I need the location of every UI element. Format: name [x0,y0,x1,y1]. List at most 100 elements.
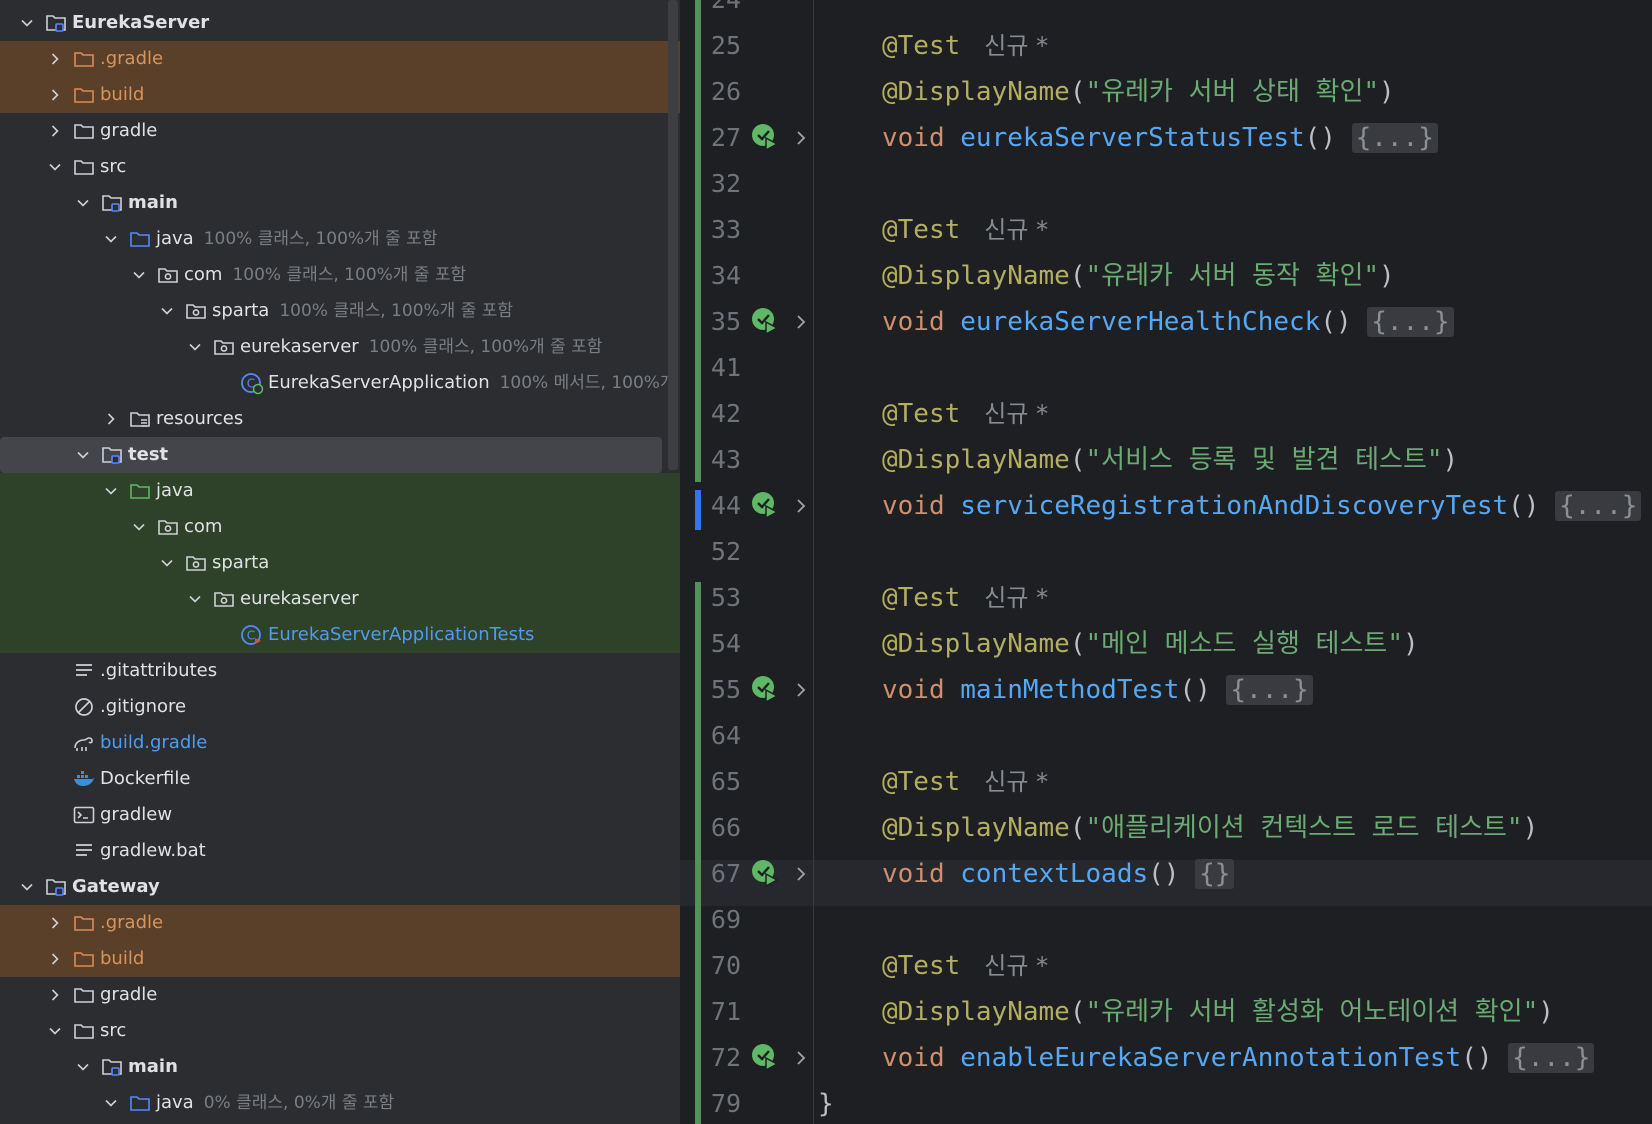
tree-row[interactable]: C EurekaServerApplication 100% 메서드, 100%개 … [0,365,680,401]
code-line[interactable]: @DisplayName("유레카 서버 상태 확인") [882,69,1395,115]
code-line[interactable]: @Test 신규 * [882,207,1048,253]
chevron-down-icon[interactable] [188,339,201,351]
fold-chevron-icon[interactable] [795,314,807,330]
code-line[interactable]: } [818,1081,834,1124]
folded-block[interactable]: {} [1195,859,1235,889]
tree-row[interactable]: test [0,437,662,473]
fold-chevron-icon[interactable] [795,130,807,146]
code-line[interactable]: @Test 신규 * [882,575,1048,621]
chevron-right-icon[interactable] [104,411,115,425]
run-test-icon[interactable] [750,122,782,154]
chevron-down-icon[interactable] [160,555,173,567]
code-line[interactable]: @Test 신규 * [882,391,1048,437]
tree-row[interactable]: Gateway [0,869,680,905]
folded-block[interactable]: {...} [1367,307,1454,337]
tree-row[interactable]: EurekaServer [0,5,680,41]
code-line[interactable]: @DisplayName("서비스 등록 및 발견 테스트") [882,437,1458,483]
tree-row[interactable]: src [0,1013,680,1049]
fold-chevron-icon[interactable] [795,682,807,698]
run-test-icon[interactable] [750,674,782,706]
run-test-icon[interactable] [750,1042,782,1074]
code-line[interactable]: void contextLoads() {} [882,851,1235,897]
code-line[interactable]: void eurekaServerHealthCheck() {...} [882,299,1454,345]
tree-row[interactable]: java [0,473,680,509]
module-folder-icon [100,443,124,467]
chevron-right-icon[interactable] [48,123,59,137]
chevron-down-icon[interactable] [20,15,33,27]
tree-row-text: com [184,264,223,285]
chevron-down-icon[interactable] [48,159,61,171]
tree-row-text: test [128,444,169,465]
chevron-right-icon[interactable] [48,87,59,101]
tree-row[interactable]: build.gradle [0,725,680,761]
code-line[interactable]: void eurekaServerStatusTest() {...} [882,115,1438,161]
folded-block[interactable]: {...} [1351,123,1438,153]
chevron-down-icon[interactable] [20,879,33,891]
tree-row[interactable]: main [0,185,680,221]
tree-row[interactable]: build [0,941,680,977]
tree-row[interactable]: gradle [0,977,680,1013]
fold-chevron-icon[interactable] [795,1050,807,1066]
chevron-down-icon[interactable] [104,231,117,243]
source-folder-icon [128,227,152,251]
tree-row[interactable]: resources [0,401,680,437]
chevron-down-icon[interactable] [132,519,145,531]
run-test-icon[interactable] [750,858,782,890]
tree-row[interactable]: eurekaserver [0,581,680,617]
code-line[interactable]: @DisplayName("유레카 서버 동작 확인") [882,253,1395,299]
tree-row[interactable]: sparta [0,545,680,581]
tree-row[interactable]: Dockerfile [0,761,680,797]
code-line[interactable]: void enableEurekaServerAnnotationTest() … [882,1035,1595,1081]
code-line[interactable]: void serviceRegistrationAndDiscoveryTest… [882,483,1642,529]
tree-row[interactable]: C EurekaServerApplicationTests [0,617,680,653]
run-test-icon[interactable] [750,490,782,522]
chevron-down-icon[interactable] [76,195,89,207]
chevron-right-icon[interactable] [48,915,59,929]
test-folder-icon [128,479,152,503]
chevron-down-icon[interactable] [188,591,201,603]
tree-row[interactable]: .gradle [0,905,680,941]
code-token: 신규 * [984,32,1049,60]
chevron-right-icon[interactable] [48,951,59,965]
chevron-right-icon[interactable] [48,51,59,65]
chevron-down-icon[interactable] [76,447,89,459]
chevron-right-icon[interactable] [48,987,59,1001]
chevron-down-icon[interactable] [160,303,173,315]
code-line[interactable]: @DisplayName("유레카 서버 활성화 어노테이션 확인") [882,989,1554,1035]
chevron-down-icon[interactable] [48,1023,61,1035]
folded-block[interactable]: {...} [1226,675,1313,705]
tree-row[interactable]: .gitattributes [0,653,680,689]
tree-row[interactable]: sparta 100% 클래스, 100%개 줄 포함 [0,293,680,329]
tree-row-label: EurekaServerApplicationTests [268,617,534,653]
chevron-down-icon[interactable] [104,483,117,495]
tree-row[interactable]: main [0,1049,680,1085]
code-line[interactable]: @Test 신규 * [882,759,1048,805]
chevron-down-icon[interactable] [132,267,145,279]
tree-row[interactable]: .gitignore [0,689,680,725]
tree-row[interactable]: java 100% 클래스, 100%개 줄 포함 [0,221,680,257]
code-line[interactable]: @DisplayName("애플리케이션 컨텍스트 로드 테스트") [882,805,1538,851]
run-test-icon[interactable] [750,306,782,338]
tree-row[interactable]: gradle [0,113,680,149]
code-line[interactable]: @Test 신규 * [882,23,1048,69]
folded-block[interactable]: {...} [1555,491,1642,521]
chevron-down-icon[interactable] [104,1095,117,1107]
folded-block[interactable]: {...} [1508,1043,1595,1073]
fold-chevron-icon[interactable] [795,498,807,514]
tree-row[interactable]: com 100% 클래스, 100%개 줄 포함 [0,257,680,293]
chevron-down-icon[interactable] [76,1059,89,1071]
tree-row[interactable]: eurekaserver 100% 클래스, 100%개 줄 포함 [0,329,680,365]
code-line[interactable]: void mainMethodTest() {...} [882,667,1313,713]
code-line[interactable]: @Test 신규 * [882,943,1048,989]
tree-row[interactable]: gradlew.bat [0,833,680,869]
tree-row[interactable]: src [0,149,680,185]
tree-row[interactable]: build [0,77,680,113]
code-line[interactable]: @DisplayName("메인 메소드 실행 테스트") [882,621,1419,667]
code-token: @DisplayName [882,813,1070,843]
tree-scrollbar[interactable] [668,0,678,470]
tree-row[interactable]: .gradle [0,41,680,77]
tree-row[interactable]: gradlew [0,797,680,833]
tree-row[interactable]: java 0% 클래스, 0%개 줄 포함 [0,1085,680,1121]
tree-row[interactable]: com [0,509,680,545]
fold-chevron-icon[interactable] [795,866,807,882]
